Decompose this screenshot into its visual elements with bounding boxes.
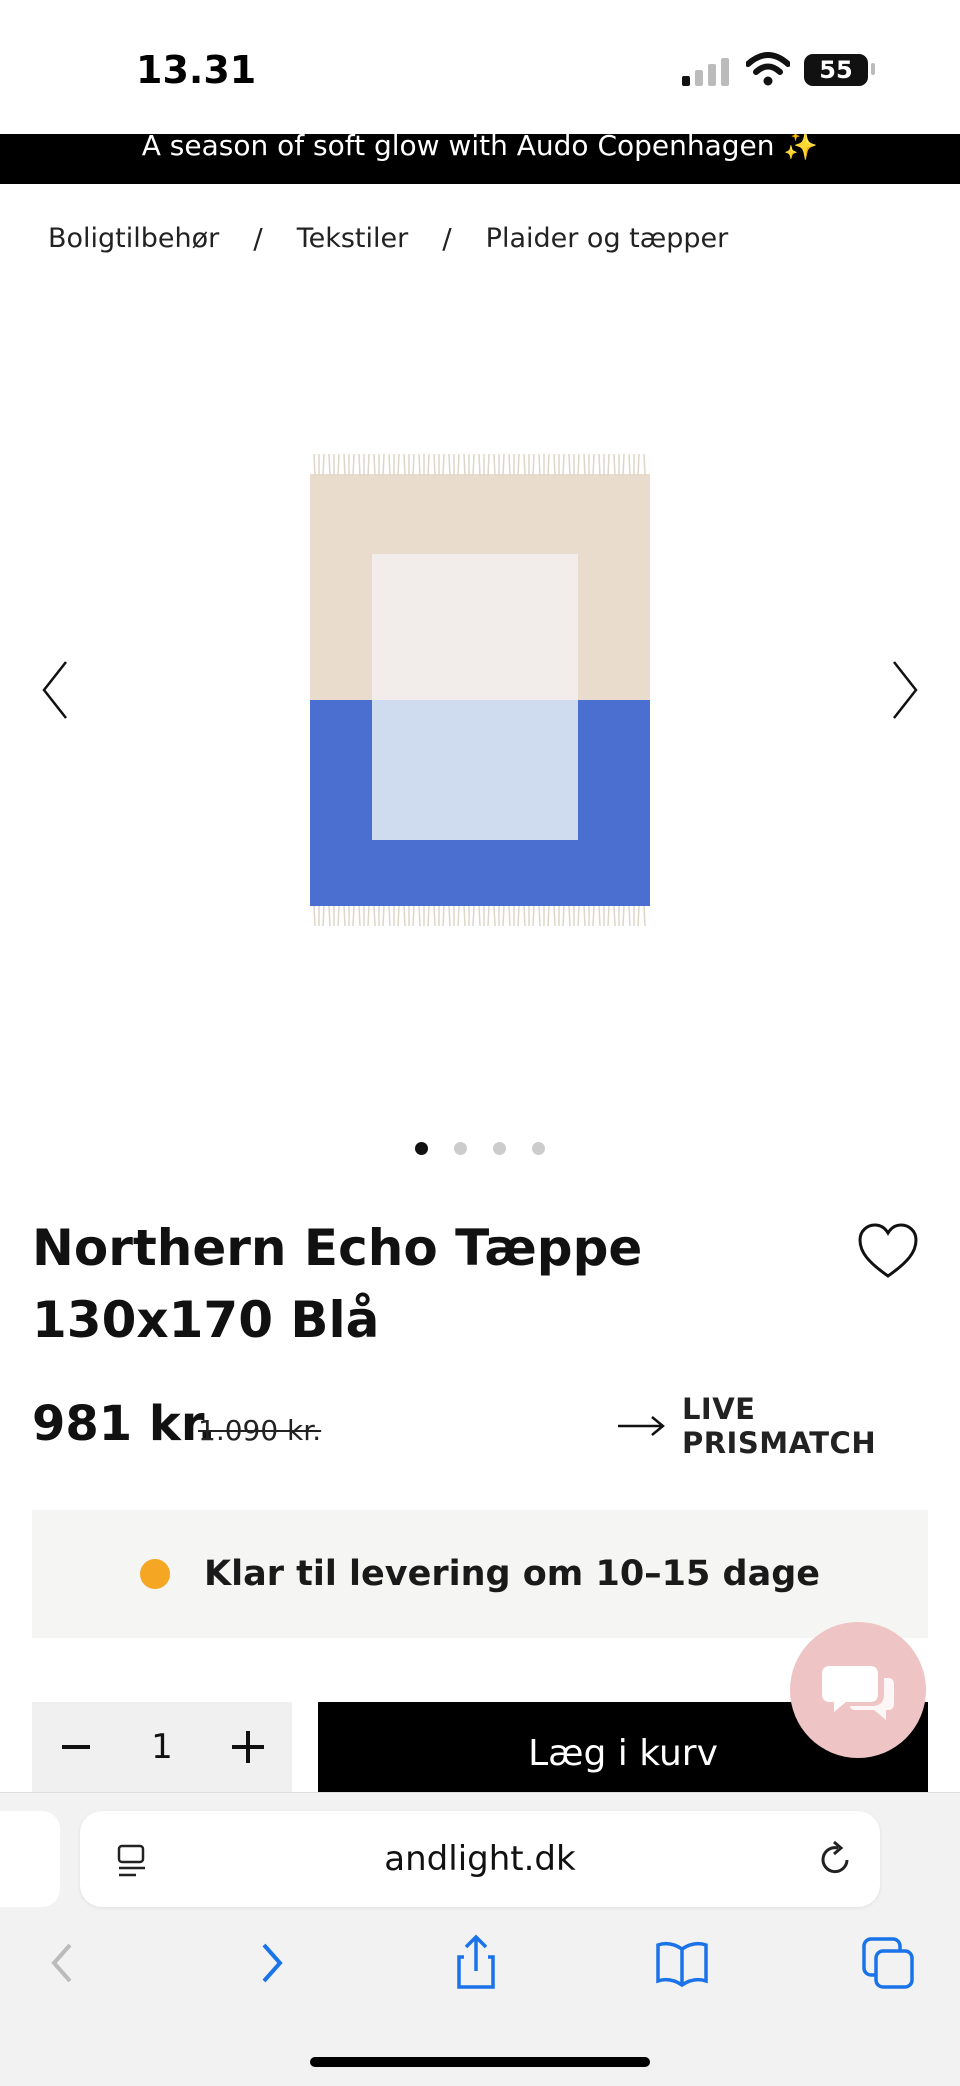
live-prismatch-link[interactable]: LIVE PRISMATCH <box>616 1392 960 1460</box>
arrow-right-icon <box>617 1416 665 1436</box>
blanket-inner-bottom <box>372 700 578 840</box>
quantity-stepper: 1 <box>32 1702 292 1792</box>
url-text: andlight.dk <box>384 1839 576 1879</box>
home-indicator <box>310 2057 650 2067</box>
breadcrumb-separator: / <box>442 221 452 255</box>
bookmarks-icon[interactable] <box>652 1933 712 1993</box>
cellular-signal-icon <box>682 58 729 86</box>
breadcrumb-item-tekstiler[interactable]: Tekstiler <box>297 223 409 254</box>
browser-chrome: andlight.dk <box>0 1792 960 2086</box>
prismatch-label: LIVE PRISMATCH <box>681 1392 877 1460</box>
delivery-status-box: Klar til levering om 10–15 dage <box>32 1510 928 1638</box>
product-gallery <box>0 280 960 1120</box>
wishlist-heart-icon[interactable] <box>856 1222 920 1280</box>
battery-cap <box>871 63 875 75</box>
product-price: 981 kr. <box>32 1396 216 1452</box>
battery-indicator: 55 <box>804 54 868 86</box>
back-arrow-icon[interactable] <box>34 1933 94 1993</box>
gallery-dot-4[interactable] <box>532 1142 545 1155</box>
original-price: 1.090 kr. <box>198 1414 322 1447</box>
announcement-bar[interactable]: A season of soft glow with Audo Copenhag… <box>0 134 960 184</box>
next-image-arrow-icon[interactable] <box>880 650 930 730</box>
previous-image-arrow-icon[interactable] <box>30 650 80 730</box>
product-image[interactable] <box>300 450 660 930</box>
breadcrumb-item-plaider[interactable]: Plaider og tæpper <box>486 223 729 254</box>
delivery-status-dot <box>139 1559 170 1589</box>
chat-support-button[interactable] <box>790 1622 926 1758</box>
gallery-pagination <box>0 1142 960 1155</box>
chat-icon <box>822 1666 894 1720</box>
address-bar[interactable]: andlight.dk <box>80 1811 880 1907</box>
wifi-icon <box>746 52 790 86</box>
breadcrumb-item-boligtilbehor[interactable]: Boligtilbehør <box>48 223 219 254</box>
product-title: Northern Echo Tæppe 130x170 Blå <box>32 1219 643 1349</box>
breadcrumb: Boligtilbehør / Tekstiler / Plaider og t… <box>48 218 728 258</box>
blanket-inner-top <box>372 554 578 700</box>
gallery-dot-3[interactable] <box>493 1142 506 1155</box>
reload-icon[interactable] <box>816 1839 856 1879</box>
delivery-status-text: Klar til levering om 10–15 dage <box>203 1554 821 1594</box>
status-bar: 13.31 55 <box>0 0 960 134</box>
tabs-overview-icon[interactable] <box>858 1933 918 1993</box>
gallery-dot-1[interactable] <box>415 1142 428 1155</box>
quantity-value[interactable]: 1 <box>151 1727 173 1767</box>
previous-tab-peek[interactable] <box>0 1811 60 1907</box>
status-time: 13.31 <box>136 48 257 92</box>
breadcrumb-separator: / <box>253 221 263 255</box>
increase-quantity-button[interactable] <box>228 1727 268 1767</box>
share-icon[interactable] <box>446 1933 506 1993</box>
forward-arrow-icon[interactable] <box>240 1933 300 1993</box>
decrease-quantity-button[interactable] <box>56 1727 96 1767</box>
gallery-dot-2[interactable] <box>454 1142 467 1155</box>
